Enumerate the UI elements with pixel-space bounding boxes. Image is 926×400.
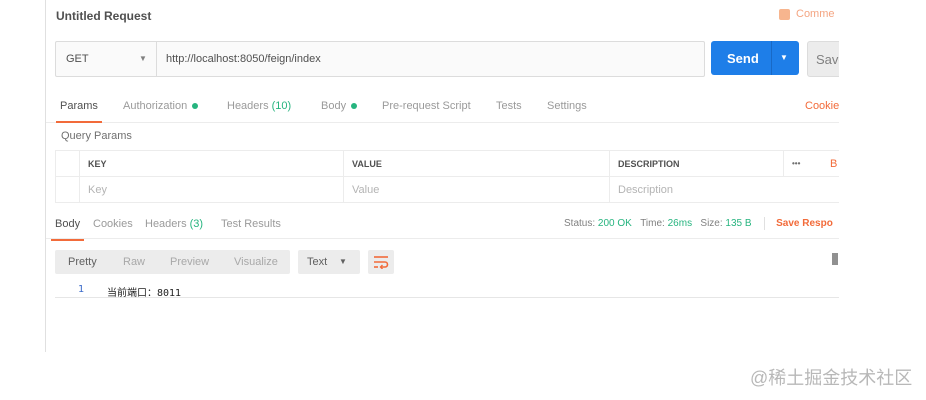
tab-body-label: Body xyxy=(321,100,347,112)
save-button[interactable]: Save xyxy=(807,41,839,77)
save-label: Save xyxy=(816,52,839,67)
format-toggle-group: Pretty Raw Preview Visualize xyxy=(55,250,290,274)
watermark-logo: @稀土掘金技术社区 xyxy=(750,368,913,388)
size-label: Size: xyxy=(700,218,723,230)
column-value: VALUE xyxy=(343,150,610,177)
tab-response-cookies[interactable]: Cookies xyxy=(93,218,133,230)
cookies-link[interactable]: Cookie xyxy=(805,100,839,112)
comments-button[interactable]: Comme xyxy=(779,8,835,20)
value-input[interactable]: Value xyxy=(343,176,610,203)
send-divider xyxy=(771,41,772,75)
table-header-row: KEY VALUE DESCRIPTION ••• B xyxy=(55,150,839,177)
chevron-down-icon: ▼ xyxy=(339,257,347,266)
params-table: KEY VALUE DESCRIPTION ••• B Key Value De… xyxy=(55,150,839,203)
line-number: 1 xyxy=(78,284,85,295)
format-preview[interactable]: Preview xyxy=(170,256,209,268)
method-select[interactable]: GET ▼ xyxy=(56,42,157,76)
format-raw[interactable]: Raw xyxy=(123,256,145,268)
tab-response-body[interactable]: Body xyxy=(50,218,85,241)
table-row: Key Value Description xyxy=(55,176,839,203)
tab-authorization[interactable]: Authorization xyxy=(123,100,199,112)
response-type-select[interactable]: Text ▼ xyxy=(298,250,360,274)
method-label: GET xyxy=(66,53,89,65)
request-panel: Untitled Request Comme GET ▼ http://loca… xyxy=(45,0,839,352)
column-description: DESCRIPTION xyxy=(609,150,784,177)
status-dot-icon xyxy=(351,103,358,110)
status-divider xyxy=(764,217,766,230)
wrap-lines-icon xyxy=(374,256,389,269)
description-input[interactable]: Description xyxy=(609,176,839,203)
response-body-content: 当前端口：8011 xyxy=(107,288,182,299)
tab-pre-request-script[interactable]: Pre-request Script xyxy=(382,100,471,112)
bulk-edit-link[interactable]: B xyxy=(822,150,839,177)
format-visualize[interactable]: Visualize xyxy=(234,256,278,268)
tab-tests[interactable]: Tests xyxy=(496,100,522,112)
time-value[interactable]: 26ms xyxy=(668,218,692,229)
comments-label: Comme xyxy=(796,8,835,20)
status-value[interactable]: 200 OK xyxy=(598,218,632,229)
tab-headers-label: Headers xyxy=(227,100,269,112)
tab-headers[interactable]: Headers (10) xyxy=(227,100,291,112)
row-handle-header xyxy=(55,150,80,177)
status-dot-icon xyxy=(192,103,199,110)
column-key: KEY xyxy=(79,150,344,177)
send-button[interactable]: Send ▼ xyxy=(711,41,799,75)
request-title[interactable]: Untitled Request xyxy=(56,9,151,23)
send-options-icon[interactable]: ▼ xyxy=(780,53,788,62)
row-handle xyxy=(55,176,80,203)
size-value[interactable]: 135 B xyxy=(725,218,751,229)
chevron-down-icon: ▼ xyxy=(139,54,147,63)
tab-body[interactable]: Body xyxy=(321,100,358,112)
more-options-icon[interactable]: ••• xyxy=(783,150,822,177)
key-input[interactable]: Key xyxy=(79,176,344,203)
send-label: Send xyxy=(727,51,759,66)
tab-settings[interactable]: Settings xyxy=(547,100,587,112)
save-response-button[interactable]: Save Respo xyxy=(776,218,833,229)
wrap-lines-button[interactable] xyxy=(368,250,394,274)
url-bar: GET ▼ http://localhost:8050/feign/index xyxy=(55,41,705,77)
url-input[interactable]: http://localhost:8050/feign/index xyxy=(166,53,321,65)
copy-icon[interactable] xyxy=(832,253,838,265)
tab-authorization-label: Authorization xyxy=(123,100,188,112)
response-type-label: Text xyxy=(307,256,328,268)
tab-headers-count: (10) xyxy=(271,100,292,112)
request-tabs: Params Authorization Headers (10) Body P… xyxy=(46,96,839,123)
time-label: Time: xyxy=(640,218,665,230)
tab-response-headers-count: (3) xyxy=(189,218,204,230)
tab-response-headers-label: Headers xyxy=(145,218,187,230)
response-status-bar: Status: 200 OK Time: 26ms Size: 135 B Sa… xyxy=(564,217,833,230)
tab-response-headers[interactable]: Headers (3) xyxy=(145,218,203,230)
tab-params[interactable]: Params xyxy=(56,100,102,123)
response-body-line: 1 当前端口：8011 xyxy=(55,283,839,299)
query-params-title: Query Params xyxy=(61,130,132,142)
comment-icon xyxy=(779,8,790,20)
tab-test-results[interactable]: Test Results xyxy=(221,218,281,230)
status-label: Status: xyxy=(564,218,596,230)
format-pretty[interactable]: Pretty xyxy=(68,256,97,268)
